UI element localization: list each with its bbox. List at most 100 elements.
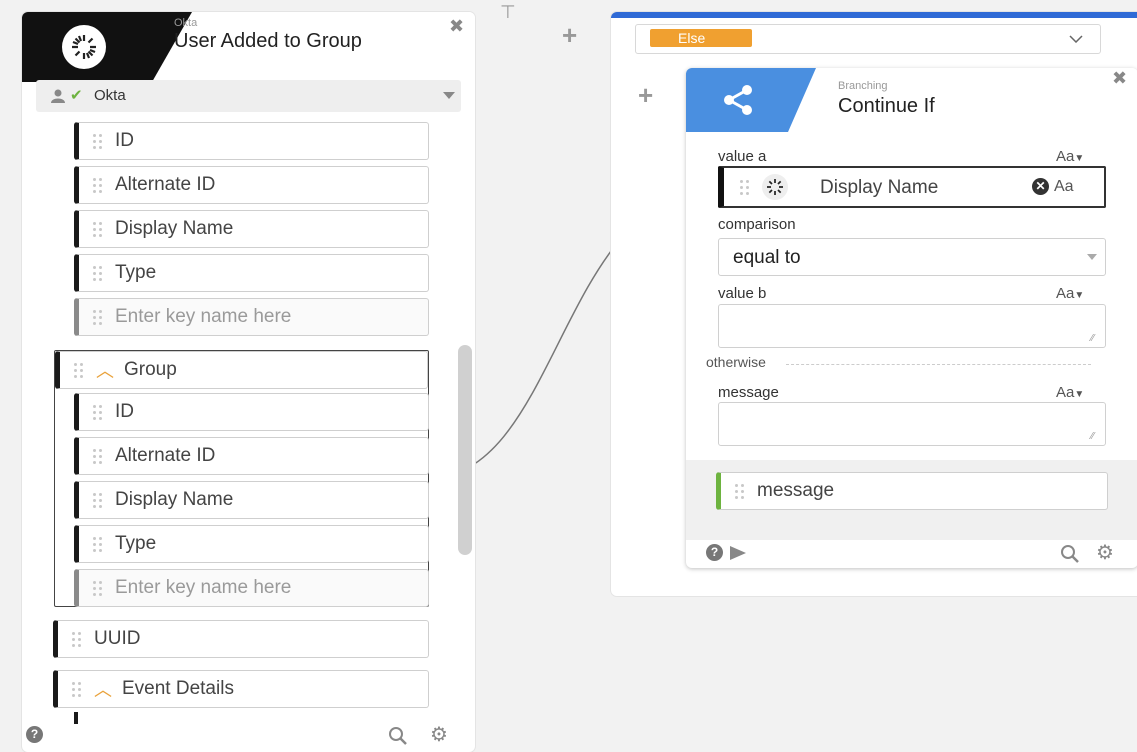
key-name-input[interactable]: Enter key name here xyxy=(74,569,429,607)
field-label: Enter key name here xyxy=(115,577,292,598)
connection-label: Okta xyxy=(94,87,126,104)
type-toggle-b[interactable]: Aa▼ xyxy=(1056,285,1084,302)
card-footer: ? ⚙ xyxy=(686,540,1137,568)
type-toggle-message[interactable]: Aa▼ xyxy=(1056,384,1084,401)
drag-handle-icon[interactable] xyxy=(91,175,105,195)
resize-handle-icon[interactable]: ⁄⁄ xyxy=(1091,431,1094,442)
group-label: Group xyxy=(124,359,177,380)
field-label: Event Details xyxy=(122,678,234,699)
drag-handle-icon[interactable] xyxy=(70,679,84,699)
card-header: Branching Continue If ✖ xyxy=(686,68,1137,132)
key-name-input[interactable]: Enter key name here xyxy=(74,298,429,336)
drag-handle-icon[interactable] xyxy=(91,534,105,554)
field-item[interactable]: ID xyxy=(74,393,429,431)
comparison-label: comparison xyxy=(718,216,796,233)
branching-logo-area xyxy=(686,68,816,132)
chip-label: Display Name xyxy=(820,177,939,198)
remove-icon[interactable]: ✕ xyxy=(1032,178,1049,195)
drag-handle-icon[interactable] xyxy=(738,177,752,197)
event-card-footer: ? ⚙ xyxy=(22,722,475,752)
branch-selector[interactable]: Else xyxy=(635,24,1101,54)
field-item[interactable]: Display Name xyxy=(74,210,429,248)
field-label: UUID xyxy=(94,628,141,649)
field-item[interactable]: Type xyxy=(74,525,429,563)
okta-logo-icon xyxy=(762,174,788,200)
field-label: Enter key name here xyxy=(115,306,292,327)
drag-handle-icon[interactable] xyxy=(733,481,747,501)
help-icon[interactable]: ? xyxy=(706,544,723,561)
gear-icon[interactable]: ⚙ xyxy=(430,722,448,747)
otherwise-label: otherwise xyxy=(706,354,766,370)
pin-icon[interactable]: ⊤ xyxy=(500,2,516,23)
output-field-message[interactable]: message xyxy=(716,472,1108,510)
field-label: Type xyxy=(115,533,157,554)
chevron-up-icon[interactable]: ︿ xyxy=(94,676,112,702)
close-icon[interactable]: ✖ xyxy=(1112,68,1127,89)
type-toggle-a[interactable]: Aa▼ xyxy=(1056,148,1084,165)
group-header[interactable]: ︿ Group xyxy=(55,351,428,389)
card-title: Continue If xyxy=(838,95,935,117)
drag-handle-icon[interactable] xyxy=(72,360,86,380)
close-icon[interactable]: ✖ xyxy=(449,16,464,37)
field-event-details[interactable]: ︿ Event Details xyxy=(53,670,429,708)
dropdown-arrow-icon xyxy=(1087,254,1097,260)
chip-type: Aa xyxy=(1054,178,1074,195)
drag-handle-icon[interactable] xyxy=(91,578,105,598)
field-label: Alternate ID xyxy=(115,174,216,195)
connection-selector[interactable]: ✔ Okta xyxy=(36,80,461,112)
comparison-select[interactable]: equal to xyxy=(718,238,1106,276)
message-input[interactable]: ⁄⁄ xyxy=(718,402,1106,446)
chevron-down-icon xyxy=(1069,35,1083,43)
drag-handle-icon[interactable] xyxy=(91,402,105,422)
check-icon: ✔ xyxy=(70,87,83,104)
drag-handle-icon[interactable] xyxy=(91,307,105,327)
field-label: Type xyxy=(115,262,157,283)
field-uuid[interactable]: UUID xyxy=(53,620,429,658)
field-label: ID xyxy=(115,401,134,422)
okta-logo-icon xyxy=(62,25,106,69)
drag-handle-icon[interactable] xyxy=(91,263,105,283)
field-item[interactable]: Alternate ID xyxy=(74,166,429,204)
drag-handle-icon[interactable] xyxy=(91,131,105,151)
event-card-title: User Added to Group xyxy=(174,30,362,52)
drag-handle-icon[interactable] xyxy=(70,629,84,649)
event-app-name: Okta xyxy=(174,17,198,29)
scrollbar[interactable] xyxy=(458,345,472,555)
drag-handle-icon[interactable] xyxy=(91,446,105,466)
field-label: ID xyxy=(115,130,134,151)
search-icon[interactable] xyxy=(388,726,408,746)
dropdown-arrow-icon xyxy=(443,92,455,99)
output-section: message xyxy=(686,460,1137,540)
add-step-icon[interactable]: + xyxy=(562,20,577,51)
else-tag: Else xyxy=(650,29,752,47)
resize-handle-icon[interactable]: ⁄⁄ xyxy=(1091,333,1094,344)
field-item[interactable]: Display Name xyxy=(74,481,429,519)
comparison-value: equal to xyxy=(733,247,801,268)
user-icon xyxy=(51,89,65,103)
field-label: Display Name xyxy=(115,489,234,510)
gear-icon[interactable]: ⚙ xyxy=(1096,540,1114,565)
search-icon[interactable] xyxy=(1060,544,1080,564)
otherwise-divider xyxy=(786,364,1091,365)
event-card: Okta User Added to Group ✖ ✔ Okta UUID ︿… xyxy=(22,12,475,752)
help-icon[interactable]: ? xyxy=(26,726,43,743)
value-a-chip[interactable]: Display Name ✕ Aa xyxy=(718,166,1106,208)
add-step-icon[interactable]: + xyxy=(638,80,653,111)
field-label: message xyxy=(757,480,835,501)
field-item[interactable]: ID xyxy=(74,122,429,160)
card-category: Branching xyxy=(838,80,888,92)
event-card-header: Okta User Added to Group ✖ xyxy=(22,12,475,82)
okta-logo-area xyxy=(22,12,192,82)
value-b-label: value b xyxy=(718,285,767,302)
drag-handle-icon[interactable] xyxy=(91,490,105,510)
field-item[interactable]: Type xyxy=(74,254,429,292)
play-icon[interactable] xyxy=(730,546,746,560)
share-icon xyxy=(724,85,752,115)
drag-handle-icon[interactable] xyxy=(91,219,105,239)
field-item[interactable]: Alternate ID xyxy=(74,437,429,475)
chevron-up-icon[interactable]: ︿ xyxy=(96,357,114,383)
message-label: message xyxy=(718,384,779,401)
continue-if-card: Branching Continue If ✖ value a Aa▼ Disp… xyxy=(686,68,1137,568)
value-a-label: value a xyxy=(718,148,767,165)
value-b-input[interactable]: ⁄⁄ xyxy=(718,304,1106,348)
